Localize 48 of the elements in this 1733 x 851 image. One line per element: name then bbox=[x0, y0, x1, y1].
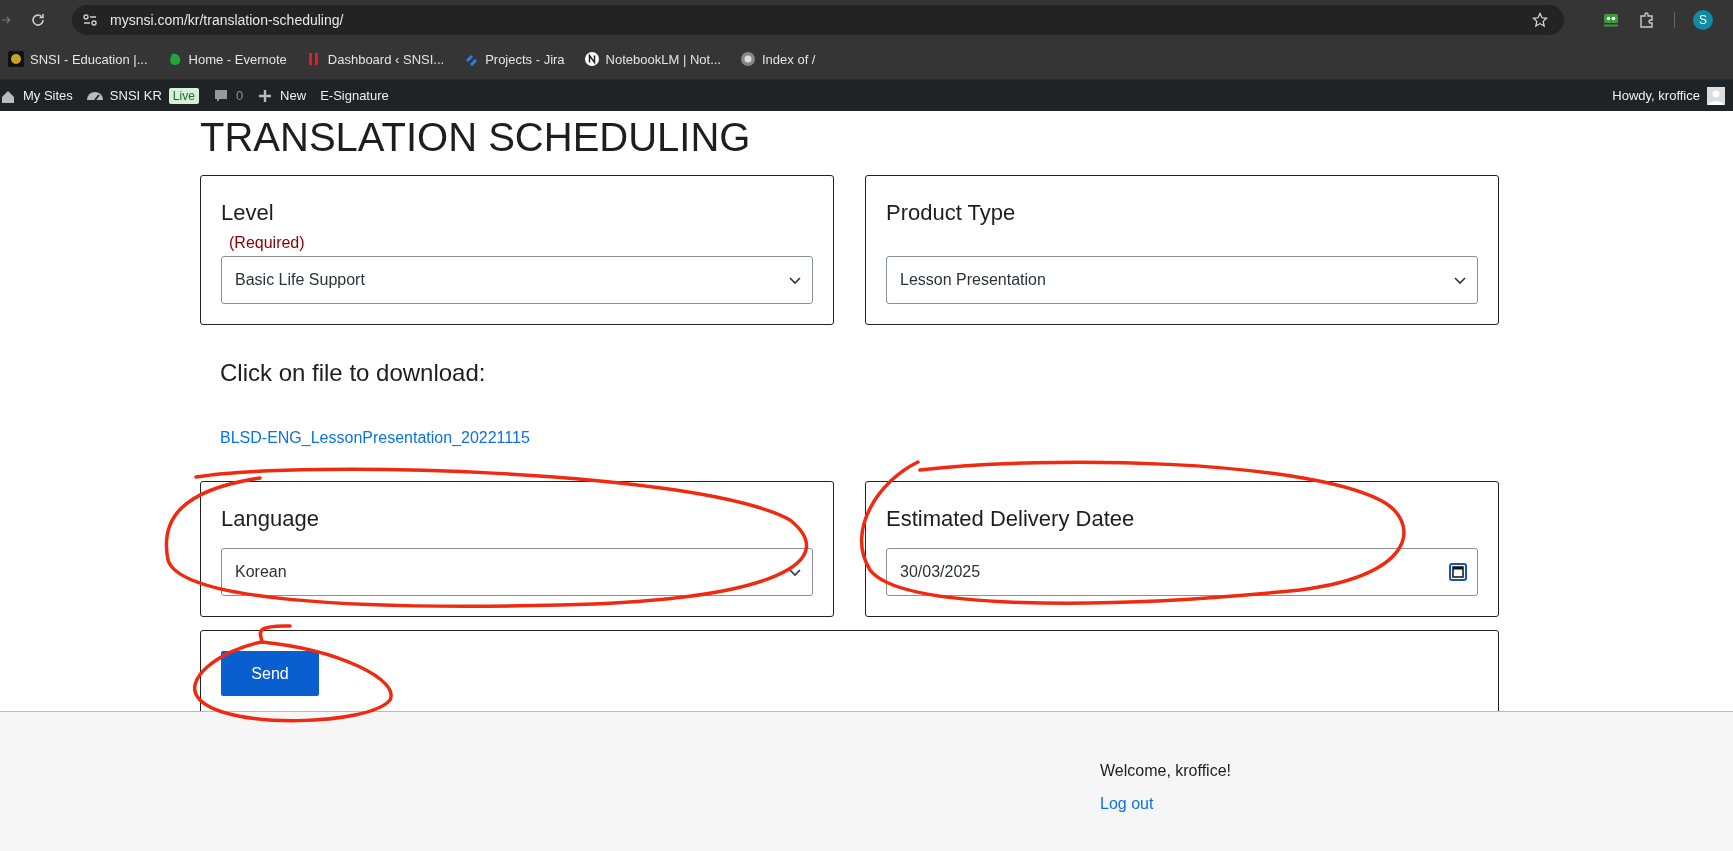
bookmark-favicon-icon bbox=[740, 51, 756, 67]
site-settings-icon[interactable] bbox=[82, 11, 98, 28]
puzzle-icon[interactable] bbox=[1638, 10, 1656, 29]
gauge-icon bbox=[86, 91, 103, 100]
calendar-icon[interactable] bbox=[1449, 563, 1467, 581]
download-heading: Click on file to download: bbox=[220, 359, 487, 387]
admin-bar-label: New bbox=[280, 88, 307, 103]
greeting-text: Howdy, kroffice bbox=[1612, 88, 1700, 103]
bookmark-favicon-icon bbox=[583, 51, 600, 67]
bookmark-favicon-icon bbox=[8, 51, 24, 67]
admin-bar-label: 0 bbox=[235, 88, 244, 103]
bookmark-star-icon[interactable] bbox=[1532, 11, 1548, 28]
bookmark-link[interactable]: Index of / bbox=[740, 51, 816, 67]
speech-bubble-icon bbox=[212, 87, 229, 104]
select-field[interactable]: Korean bbox=[221, 548, 813, 596]
address-bar[interactable]: mysnsi.com/kr/translation-scheduling/ bbox=[72, 4, 1564, 35]
logout-link[interactable]: Log out bbox=[1100, 795, 1154, 812]
admin-bar-item[interactable]: E-Signature bbox=[320, 88, 389, 103]
live-badge: Live bbox=[168, 87, 199, 104]
field-label: Product Type bbox=[886, 200, 1017, 226]
file-link[interactable]: BLSD-ENG_LessonPresentation_20221115 bbox=[220, 429, 530, 447]
bookmark-link[interactable]: Home - Evernote bbox=[166, 51, 287, 67]
date-input[interactable]: 30/03/2025 bbox=[886, 548, 1478, 596]
plus-icon bbox=[257, 87, 274, 104]
field-label: Estimated Delivery Datee bbox=[886, 506, 1136, 532]
admin-bar-item[interactable]: New bbox=[257, 87, 307, 104]
admin-bar-label: My Sites bbox=[23, 88, 73, 103]
bookmark-link[interactable]: NotebookLM | Not... bbox=[583, 51, 721, 67]
admin-bar-item[interactable]: 0 bbox=[212, 87, 244, 104]
url-text: mysnsi.com/kr/translation-scheduling/ bbox=[110, 11, 344, 28]
field-label: Language bbox=[221, 506, 320, 532]
page-title: TRANSLATION SCHEDULING bbox=[200, 115, 752, 159]
required-note: (Required) bbox=[229, 234, 306, 253]
send-button[interactable]: Send bbox=[221, 651, 319, 696]
avatar-icon bbox=[1707, 86, 1725, 105]
select-field[interactable]: Basic Life Support bbox=[221, 256, 813, 304]
bookmark-link[interactable]: SNSI - Education |... bbox=[8, 51, 148, 67]
account-menu[interactable]: Howdy, kroffice bbox=[1612, 86, 1725, 105]
welcome-text: Welcome, kroffice! bbox=[1100, 762, 1232, 780]
bookmark-link[interactable]: Dashboard ‹ SNSI... bbox=[305, 51, 445, 67]
admin-bar-item[interactable]: My Sites bbox=[0, 87, 73, 104]
profile-avatar[interactable]: S bbox=[1693, 9, 1713, 30]
admin-bar-item[interactable]: SNSI KR Live bbox=[86, 87, 199, 104]
select-field[interactable]: Lesson Presentation bbox=[886, 256, 1478, 304]
field-label: Level bbox=[221, 200, 275, 226]
admin-bar-label: SNSI KR bbox=[109, 88, 162, 103]
reload-icon[interactable] bbox=[30, 11, 46, 28]
bookmark-link[interactable]: Projects - Jira bbox=[463, 51, 565, 67]
